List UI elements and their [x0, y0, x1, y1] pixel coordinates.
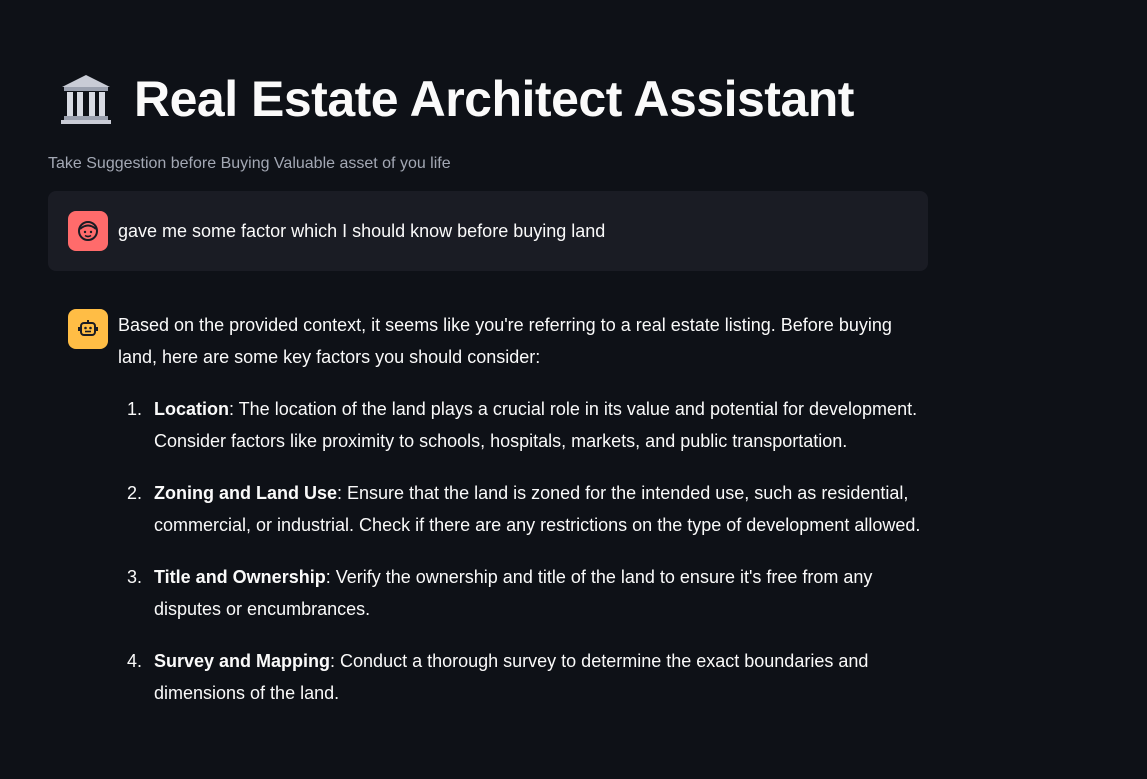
list-item-number: 2. [126, 483, 142, 503]
main-content: Real Estate Architect Assistant Take Sug… [48, 0, 928, 729]
assistant-message: Based on the provided context, it seems … [48, 309, 928, 729]
list-item-number: 4. [126, 651, 142, 671]
list-item: 4. Survey and Mapping: Conduct a thoroug… [118, 645, 928, 709]
assistant-intro: Based on the provided context, it seems … [118, 315, 892, 367]
list-item: 3. Title and Ownership: Verify the owner… [118, 561, 928, 625]
list-item-title: Survey and Mapping [154, 651, 331, 671]
page-title: Real Estate Architect Assistant [134, 71, 854, 127]
list-item-text: : The location of the land plays a cruci… [154, 399, 918, 451]
list-item-number: 1. [126, 399, 142, 419]
list-item: 1. Location: The location of the land pl… [118, 393, 928, 457]
list-item-title: Zoning and Land Use [154, 483, 337, 503]
list-item: 2. Zoning and Land Use: Ensure that the … [118, 477, 928, 541]
classical-building-icon [58, 71, 114, 127]
assistant-message-body: Based on the provided context, it seems … [118, 309, 928, 729]
page-header: Real Estate Architect Assistant [48, 66, 928, 132]
list-item-number: 3. [126, 567, 142, 587]
user-message-text: gave me some factor which I should know … [118, 221, 606, 241]
page-caption: Take Suggestion before Buying Valuable a… [48, 155, 451, 172]
list-item-title: Title and Ownership [154, 567, 326, 587]
robot-icon [68, 309, 108, 349]
factor-list: 1. Location: The location of the land pl… [118, 393, 928, 709]
app-root: Real Estate Architect Assistant Take Sug… [0, 0, 1147, 779]
user-face-icon [68, 211, 108, 251]
list-item-title: Location [154, 399, 229, 419]
user-message: gave me some factor which I should know … [48, 191, 928, 271]
